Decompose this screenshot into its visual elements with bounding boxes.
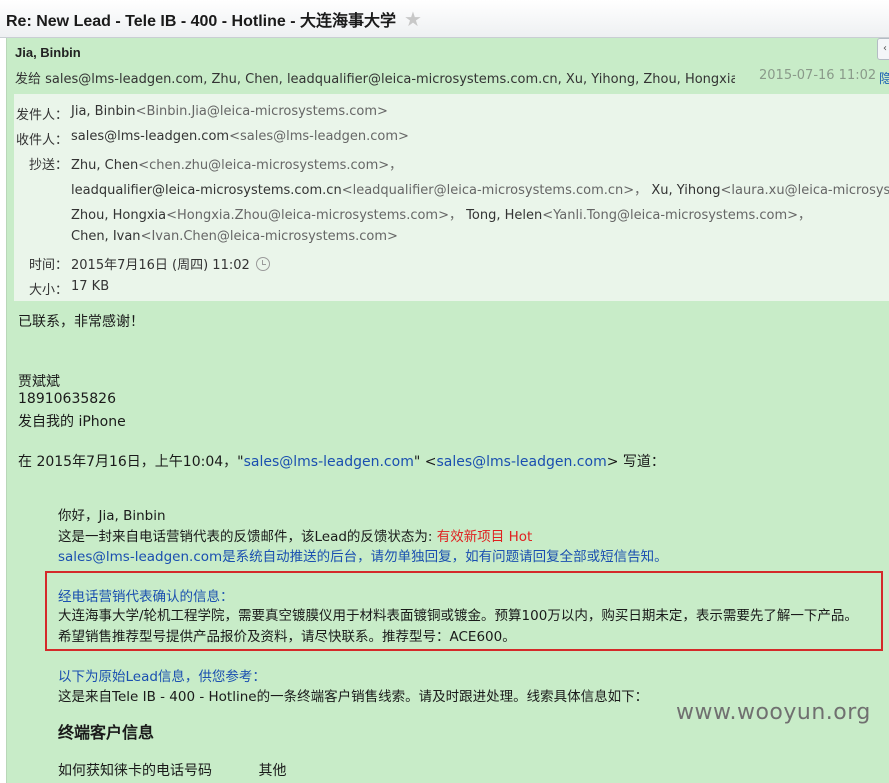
cc-name[interactable]: leadqualifier@leica-microsystems.com.cn — [71, 183, 342, 198]
cc-email: <Yanli.Tong@leica-microsystems.com>， — [542, 208, 812, 223]
cc-row-2: leadqualifier@leica-microsystems.com.cn<… — [71, 179, 889, 198]
to-row: 收件人： sales@lms-leadgen.com<sales@lms-lea… — [14, 129, 409, 148]
time-row: 时间： 2015年7月16日 (周四) 11:02 — [14, 254, 270, 273]
feedback-line: 这是一封来自电话营销代表的反馈邮件，该Lead的反馈状态为: 有效新项目 Hot — [58, 525, 532, 545]
quote-mid: " < — [413, 454, 437, 470]
cc-email: <leadqualifier@leica-microsystems.com.cn… — [341, 183, 648, 198]
cc-email: <Hongxia.Zhou@leica-microsystems.com>， — [166, 208, 462, 223]
signature-device: 发自我的 iPhone — [18, 414, 126, 430]
reply-text: 已联系，非常感谢！ — [18, 314, 144, 330]
cc-email: <chen.zhu@leica-microsystems.com>， — [138, 158, 403, 173]
recipients-summary: 发给 sales@lms-leadgen.com, Zhu, Chen, lea… — [15, 72, 735, 87]
mail-view: Jia, Binbin ‹ 发给 sales@lms-leadgen.com, … — [6, 38, 889, 783]
confirm-line-2: 希望销售推荐型号提供产品报价及资料，请尽快联系。推荐型号：ACE600。 — [58, 629, 516, 645]
time-label: 时间： — [28, 258, 68, 273]
greeting: 你好，Jia, Binbin — [58, 508, 166, 524]
field-value: 其他 — [258, 763, 287, 779]
field-row: 如何获知徕卡的电话号码 其他 — [58, 760, 286, 780]
size-label: 大小： — [28, 283, 68, 298]
quote-prefix: 在 2015年7月16日，上午10:04，" — [18, 454, 244, 470]
to-label: 收件人： — [15, 133, 68, 148]
cc-email: <Ivan.Chen@leica-microsystems.com> — [140, 229, 398, 244]
header-details: 发件人： Jia, Binbin<Binbin.Jia@leica-micros… — [14, 94, 889, 301]
section-title: 终端客户信息 — [58, 723, 155, 742]
collapse-button[interactable]: ‹ — [877, 38, 889, 60]
size-value: 17 KB — [71, 279, 110, 294]
cc-name[interactable]: Chen, Ivan — [71, 229, 141, 244]
signature-name: 贾斌斌 — [18, 374, 60, 390]
feedback-status: 有效新项目 Hot — [436, 529, 533, 545]
notice-line: sales@lms-leadgen.com是系统自动推送的后台，请勿单独回复，如… — [58, 549, 668, 565]
cc-name[interactable]: Zhou, Hongxia — [71, 208, 166, 223]
to-email: <sales@lms-leadgen.com> — [229, 129, 409, 144]
from-label: 发件人： — [15, 108, 68, 123]
signature-phone: 18910635826 — [18, 391, 116, 407]
quote-email-link[interactable]: sales@lms-leadgen.com — [244, 454, 414, 470]
cc-row-4: Chen, Ivan<Ivan.Chen@leica-microsystems.… — [71, 229, 398, 244]
from-value[interactable]: Jia, Binbin — [71, 104, 136, 119]
sender-name[interactable]: Jia, Binbin — [15, 45, 81, 60]
subject-bar: Re: New Lead - Tele IB - 400 - Hotline -… — [0, 0, 889, 38]
cc-name[interactable]: Zhu, Chen — [71, 158, 138, 173]
cc-label: 抄送： — [28, 158, 68, 173]
cc-row-3: Zhou, Hongxia<Hongxia.Zhou@leica-microsy… — [71, 204, 811, 223]
quote-header: 在 2015年7月16日，上午10:04，"sales@lms-leadgen.… — [18, 451, 665, 471]
confirm-line-1: 大连海事大学/轮机工程学院，需要真空镀膜仪用于材料表面镀铜或镀金。预算100万以… — [58, 608, 858, 624]
cc-row: 抄送： Zhu, Chen<chen.zhu@leica-microsystem… — [14, 154, 402, 173]
cc-name[interactable]: Xu, Yihong — [651, 183, 720, 198]
email-subject: Re: New Lead - Tele IB - 400 - Hotline -… — [6, 12, 396, 30]
time-value: 2015年7月16日 (周四) 11:02 — [71, 258, 250, 273]
cc-name[interactable]: Tong, Helen — [466, 208, 542, 223]
quote-suffix: > 写道： — [606, 454, 665, 470]
original-title: 以下为原始Lead信息，供您参考： — [58, 669, 266, 685]
size-row: 大小： 17 KB — [14, 279, 109, 298]
field-label: 如何获知徕卡的电话号码 — [58, 763, 212, 779]
sent-date: 2015-07-16 11:02 — [759, 68, 877, 83]
original-line: 这是来自Tele IB - 400 - Hotline的一条终端客户销售线索。请… — [58, 689, 649, 705]
cc-email: <laura.xu@leica-microsystems.com> — [720, 183, 889, 198]
clock-icon[interactable] — [255, 257, 270, 271]
from-email: <Binbin.Jia@leica-microsystems.com> — [135, 104, 388, 119]
quote-email-link-2[interactable]: sales@lms-leadgen.com — [436, 454, 606, 470]
hide-details-link[interactable]: 隐 — [879, 68, 889, 87]
star-icon[interactable]: ★ — [404, 9, 422, 29]
from-row: 发件人： Jia, Binbin<Binbin.Jia@leica-micros… — [14, 104, 388, 123]
watermark: www.wooyun.org — [676, 700, 871, 725]
feedback-text: 这是一封来自电话营销代表的反馈邮件，该Lead的反馈状态为: — [58, 529, 437, 545]
confirm-title: 经电话营销代表确认的信息： — [58, 589, 234, 605]
to-value[interactable]: sales@lms-leadgen.com — [71, 129, 229, 144]
